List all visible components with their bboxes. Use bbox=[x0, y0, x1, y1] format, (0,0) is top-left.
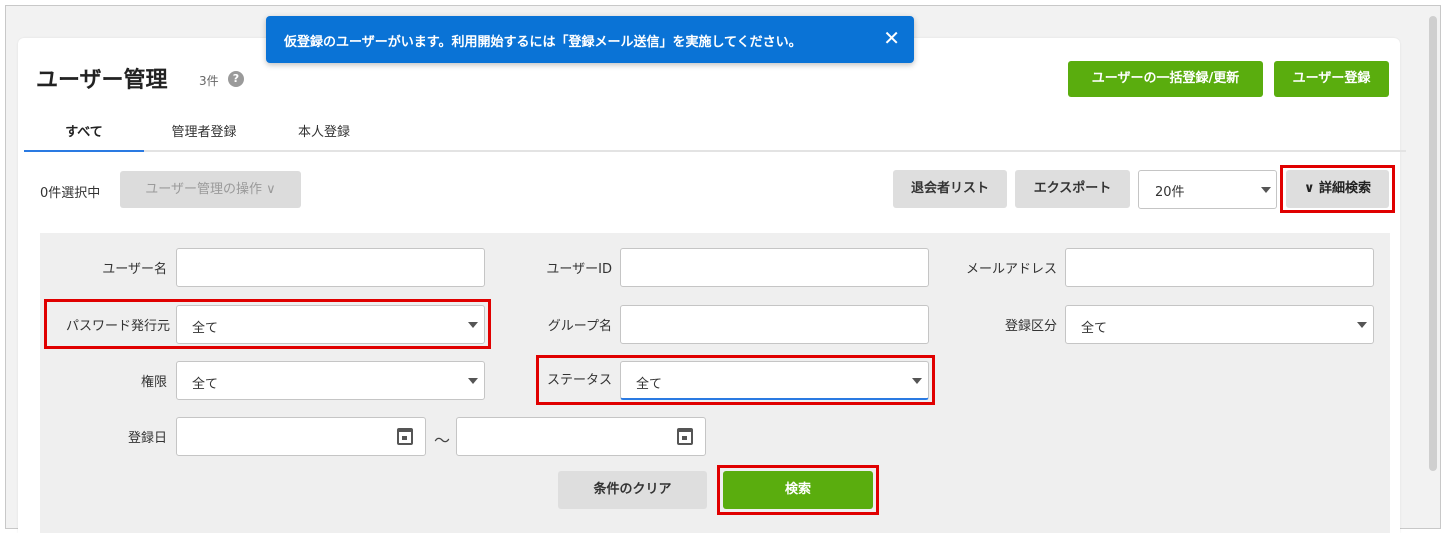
registration-date-from[interactable] bbox=[176, 417, 426, 456]
group-label: グループ名 bbox=[547, 319, 612, 334]
selected-count: 0件選択中 bbox=[40, 186, 101, 201]
toast-message: 仮登録のユーザーがいます。利用開始するには「登録メール送信」を実施してください。 bbox=[284, 35, 802, 50]
highlight-box-status bbox=[536, 355, 935, 405]
username-label: ユーザー名 bbox=[102, 262, 167, 277]
tab-all[interactable]: すべて bbox=[24, 118, 144, 152]
date-range-separator: 〜 bbox=[434, 431, 451, 450]
page-size-value: 20件 bbox=[1155, 185, 1185, 200]
group-input[interactable] bbox=[620, 305, 929, 344]
bulk-register-button[interactable]: ユーザーの一括登録/更新 bbox=[1068, 61, 1263, 97]
username-input[interactable] bbox=[176, 248, 485, 287]
close-icon[interactable]: ✕ bbox=[883, 26, 900, 50]
calendar-icon[interactable] bbox=[677, 428, 693, 445]
role-select[interactable]: 全て bbox=[176, 361, 485, 400]
caret-down-icon bbox=[468, 378, 478, 384]
highlight-box-search bbox=[717, 465, 879, 515]
caret-down-icon bbox=[1261, 187, 1271, 193]
email-label: メールアドレス bbox=[965, 262, 1057, 277]
caret-down-icon bbox=[1357, 322, 1367, 328]
help-icon[interactable]: ? bbox=[228, 71, 244, 87]
notification-toast: 仮登録のユーザーがいます。利用開始するには「登録メール送信」を実施してください。… bbox=[266, 16, 914, 63]
userid-label: ユーザーID bbox=[546, 262, 612, 277]
tab-admin-registered[interactable]: 管理者登録 bbox=[154, 118, 254, 152]
userid-input[interactable] bbox=[620, 248, 929, 287]
page-size-select[interactable]: 20件 bbox=[1138, 170, 1277, 209]
email-input[interactable] bbox=[1065, 248, 1374, 287]
role-label: 権限 bbox=[140, 375, 167, 390]
scrollbar-thumb[interactable] bbox=[1429, 16, 1437, 471]
export-button[interactable]: エクスポート bbox=[1015, 170, 1130, 208]
role-value: 全て bbox=[192, 377, 219, 392]
user-count: 3件 bbox=[199, 74, 219, 88]
user-register-button[interactable]: ユーザー登録 bbox=[1274, 61, 1389, 97]
highlight-box-advanced-search bbox=[1280, 165, 1395, 213]
registration-date-to[interactable] bbox=[456, 417, 706, 456]
tab-self-registered[interactable]: 本人登録 bbox=[274, 118, 374, 152]
page-title: ユーザー管理 bbox=[36, 68, 168, 93]
registration-type-select[interactable]: 全て bbox=[1065, 305, 1374, 344]
registration-type-value: 全て bbox=[1081, 321, 1108, 336]
calendar-icon[interactable] bbox=[397, 428, 413, 445]
tab-bar: すべて 管理者登録 本人登録 bbox=[24, 118, 1406, 152]
highlight-box-password-issuer bbox=[44, 299, 491, 349]
clear-conditions-button[interactable]: 条件のクリア bbox=[558, 471, 707, 509]
withdrawn-list-button[interactable]: 退会者リスト bbox=[893, 170, 1007, 208]
user-operations-dropdown[interactable]: ユーザー管理の操作 ∨ bbox=[120, 171, 301, 208]
registration-date-label: 登録日 bbox=[127, 431, 167, 446]
registration-type-label: 登録区分 bbox=[1004, 319, 1057, 334]
scrollbar[interactable] bbox=[1426, 6, 1440, 528]
